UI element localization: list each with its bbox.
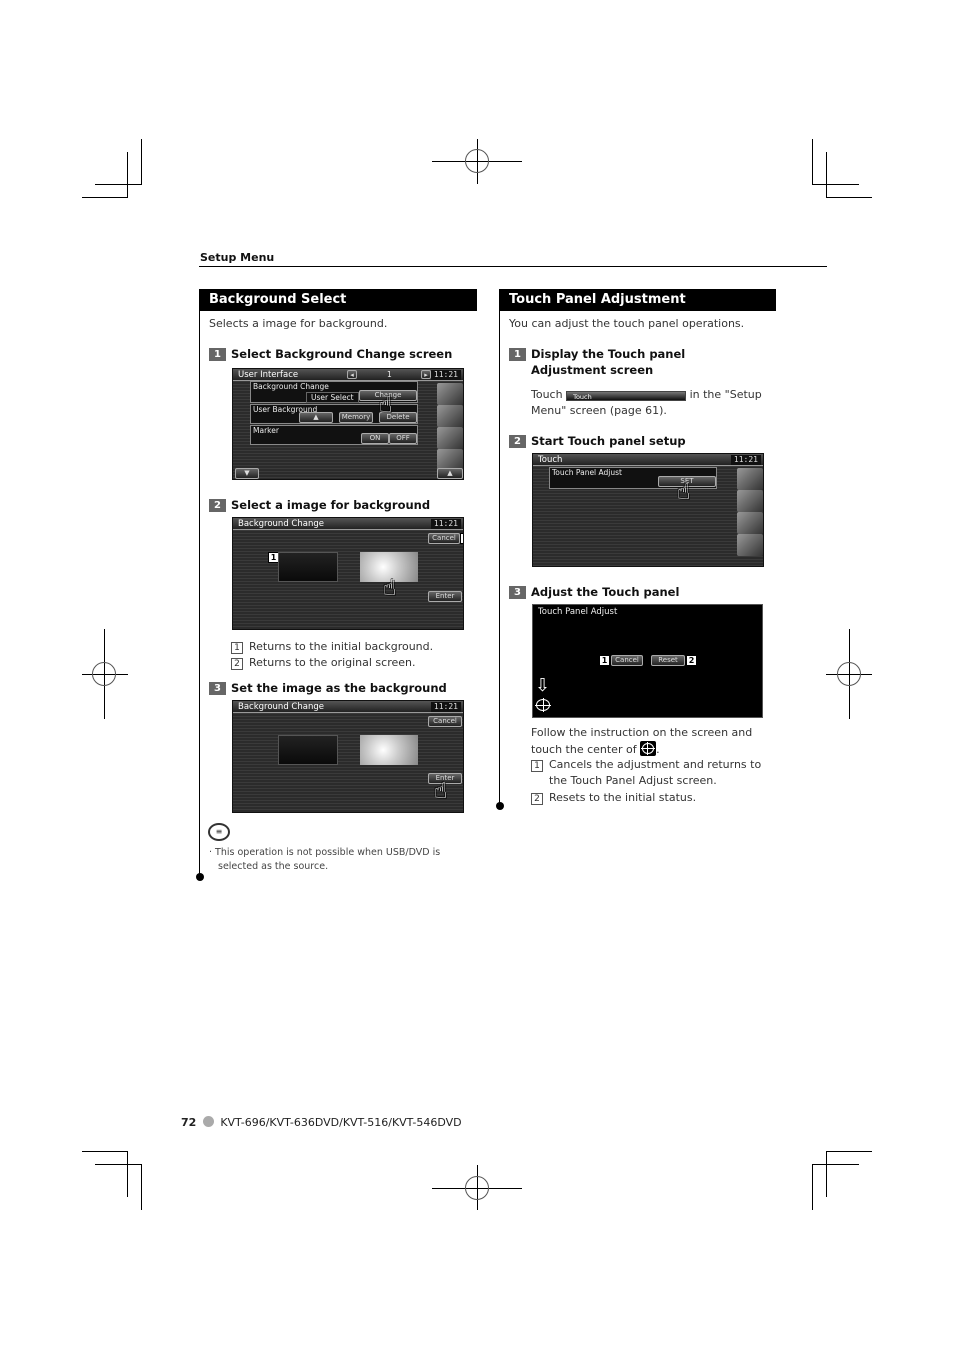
- page-number: 1: [387, 370, 392, 379]
- user-interface-screen: User Interface ◂ 1 ▸ 11:21 Background Ch…: [232, 368, 464, 480]
- page-number: 72: [181, 1116, 197, 1129]
- memory-button[interactable]: Memory: [339, 412, 373, 423]
- cancel-button[interactable]: Cancel: [428, 533, 460, 544]
- step-2-heading: 2 Select a image for background: [209, 497, 430, 513]
- eject-button[interactable]: ▲: [299, 412, 333, 423]
- marker-on-button[interactable]: ON: [361, 433, 389, 444]
- touch-panel-adjust-screen: Touch Panel Adjust 1 Cancel Reset 2 ⇩: [532, 604, 763, 718]
- marker-row: Marker ON OFF: [250, 425, 418, 445]
- step-3-heading: 3 Adjust the Touch panel: [509, 584, 679, 600]
- initial-background-thumbnail[interactable]: [278, 552, 338, 582]
- step-2-heading: 2 Start Touch panel setup: [509, 433, 686, 449]
- crosshair-target-icon: [640, 741, 657, 756]
- callout-2: 2: [460, 533, 463, 544]
- screen-title: User Interface: [238, 370, 299, 380]
- background-select-heading: Background Select: [200, 289, 477, 311]
- step-3-heading: 3 Set the image as the background: [209, 680, 447, 696]
- clock: 11:21: [430, 370, 461, 380]
- bullet-dot-icon: [202, 1116, 214, 1127]
- pointing-hand-icon: ☝: [677, 480, 691, 505]
- initial-background-thumbnail[interactable]: [278, 735, 338, 765]
- user-image-thumbnail[interactable]: [360, 735, 418, 765]
- left-column-bar: [199, 289, 200, 877]
- pointing-hand-icon: ☝: [379, 393, 393, 418]
- system-settings-icon[interactable]: [437, 405, 463, 427]
- note-item: 1 Cancels the adjustment and returns to t…: [531, 757, 776, 789]
- audio-settings-icon[interactable]: [737, 512, 763, 534]
- background-select-intro: Selects a image for background.: [209, 317, 388, 330]
- note-text: · This operation is not possible when US…: [209, 847, 441, 872]
- screen-title: Touch Panel Adjust: [538, 607, 618, 617]
- setup-tools-icon[interactable]: [737, 534, 763, 556]
- cancel-button[interactable]: Cancel: [611, 655, 643, 666]
- next-page-button[interactable]: ▸: [421, 370, 431, 379]
- enter-button[interactable]: Enter: [428, 591, 462, 602]
- note-item: 1 Returns to the initial background.: [231, 639, 433, 655]
- callout-1: 1: [599, 655, 610, 666]
- background-change-screen: Background Change 11:21 Cancel 2 1 Enter…: [232, 517, 464, 630]
- pointing-hand-icon: ☝: [383, 576, 397, 601]
- touch-panel-adjust-row: Touch Panel Adjust SET: [549, 467, 717, 489]
- background-change-row: Background Change User Select Change: [250, 381, 418, 403]
- model-list: KVT-696/KVT-636DVD/KVT-516/KVT-546DVD: [220, 1116, 462, 1129]
- display-settings-icon[interactable]: [737, 468, 763, 490]
- header-rule: [199, 266, 827, 267]
- note-speech-icon: ≡: [208, 823, 230, 841]
- step-label: Select Background Change screen: [231, 347, 453, 361]
- note-item: 2 Returns to the original screen.: [231, 655, 416, 671]
- system-settings-icon[interactable]: [737, 490, 763, 512]
- follow-instruction: Follow the instruction on the screen and…: [531, 726, 753, 756]
- note-item: 2 Resets to the initial status.: [531, 790, 696, 806]
- right-column-bar: [499, 289, 500, 805]
- cancel-button[interactable]: Cancel: [428, 716, 462, 727]
- step-number: 1: [209, 348, 226, 361]
- user-background-row: User Background ▲ Memory Delete: [250, 404, 418, 424]
- step-1-instruction: Touch Touch in the "Setup Menu" screen (…: [531, 388, 762, 417]
- down-arrow-icon: ⇩: [535, 675, 551, 696]
- step-1-heading: 1 Select Background Change screen: [209, 346, 452, 362]
- background-change-confirm-screen: Background Change 11:21 Cancel Enter ☝: [232, 700, 464, 813]
- touch-panel-intro: You can adjust the touch panel operation…: [509, 317, 745, 330]
- prev-page-button[interactable]: ◂: [347, 370, 357, 379]
- touch-menu-button[interactable]: Touch: [566, 391, 687, 401]
- column-end-dot: [496, 802, 504, 810]
- page-footer: 72 KVT-696/KVT-636DVD/KVT-516/KVT-546DVD: [181, 1115, 462, 1131]
- reset-button[interactable]: Reset: [651, 655, 685, 666]
- column-end-dot: [196, 873, 204, 881]
- section-label: Setup Menu: [200, 251, 275, 264]
- crosshair-target-icon[interactable]: [535, 698, 551, 712]
- marker-off-button[interactable]: OFF: [389, 433, 417, 444]
- pointing-hand-icon: ☝: [434, 779, 448, 804]
- audio-settings-icon[interactable]: [437, 427, 463, 449]
- scroll-down-button[interactable]: ▼: [235, 468, 259, 479]
- step-1-heading: 1 Display the Touch panel Adjustment scre…: [509, 346, 759, 378]
- touch-setup-screen: Touch 11:21 Touch Panel Adjust SET ☝: [532, 453, 764, 567]
- display-settings-icon[interactable]: [437, 383, 463, 405]
- callout-2: 2: [686, 655, 697, 666]
- scroll-up-button[interactable]: ▲: [437, 468, 463, 479]
- touch-panel-adjustment-heading: Touch Panel Adjustment: [500, 289, 776, 311]
